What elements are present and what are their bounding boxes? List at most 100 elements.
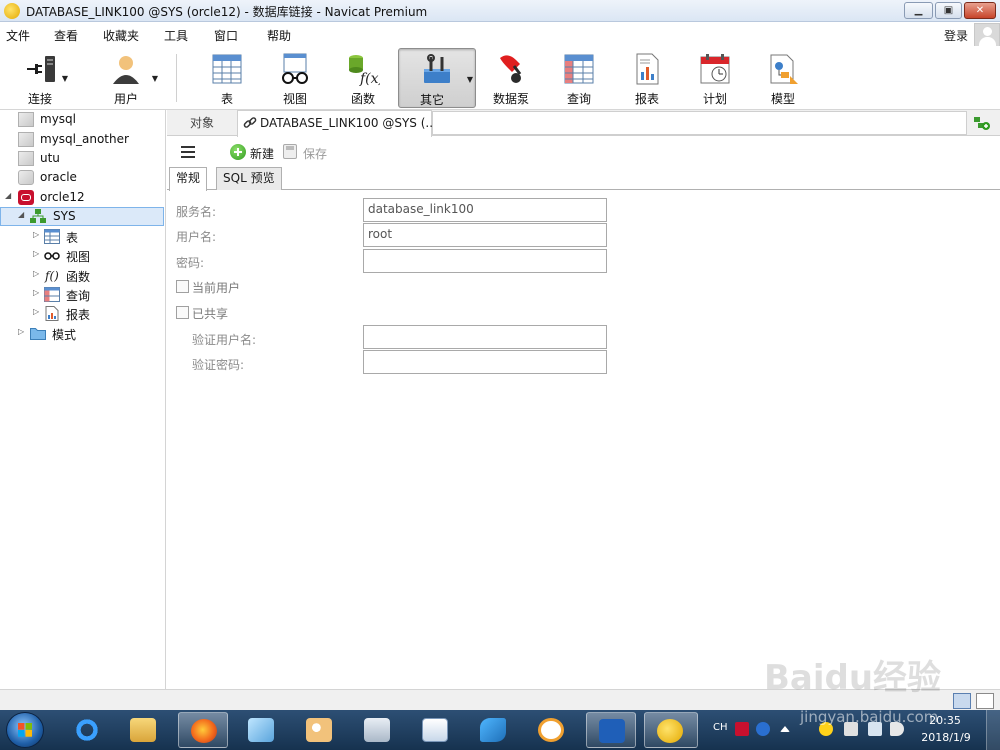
panel-toggle-right-icon[interactable] — [976, 693, 994, 709]
toolbar-report-button[interactable]: 报表 — [620, 48, 674, 108]
taskbar-calculator[interactable] — [352, 712, 402, 748]
taskbar-search-tool[interactable] — [526, 712, 576, 748]
tree-connection-mysql[interactable]: mysql — [0, 110, 165, 129]
chevron-down-icon[interactable]: ▼ — [467, 75, 473, 84]
table-icon — [44, 229, 60, 244]
collapsed-arrow-icon[interactable]: ▷ — [33, 307, 39, 316]
chevron-down-icon[interactable]: ▼ — [62, 74, 68, 83]
auth-username-field[interactable] — [363, 325, 607, 349]
password-field[interactable] — [363, 249, 607, 273]
start-button[interactable] — [6, 712, 44, 748]
magnifier-icon — [538, 718, 564, 742]
watermark-url: jingyan.baidu.com — [800, 708, 939, 726]
chevron-down-icon[interactable]: ▼ — [152, 74, 158, 83]
taskbar-network[interactable] — [410, 712, 460, 748]
shared-checkbox[interactable] — [176, 306, 189, 319]
collapsed-arrow-icon[interactable]: ▷ — [33, 230, 39, 239]
tree-node-label: 视图 — [66, 250, 91, 264]
tree-node-queries[interactable]: ▷ 查询 — [0, 285, 165, 304]
other-tools-icon — [424, 54, 450, 83]
service-name-field[interactable]: database_link100 — [363, 198, 607, 222]
tree-node-reports[interactable]: ▷ 报表 — [0, 304, 165, 323]
taskbar-firefox[interactable] — [178, 712, 228, 748]
help-icon[interactable] — [756, 722, 770, 736]
login-link[interactable]: 登录 — [944, 27, 968, 44]
tree-connection-oracle[interactable]: oracle — [0, 168, 165, 187]
toolbar-user-button[interactable]: 用户 ▼ — [92, 48, 160, 108]
toolbar-query-button[interactable]: 查询 — [552, 48, 606, 108]
taskbar-explorer[interactable] — [118, 712, 168, 748]
function-icon: f() — [44, 269, 59, 283]
toolbar-function-button[interactable]: f(x) 函数 — [336, 48, 390, 108]
close-button[interactable]: ✕ — [964, 2, 996, 19]
tree-connection-orcle12[interactable]: ◢ orcle12 — [0, 188, 165, 207]
input-method-icon[interactable] — [735, 722, 749, 736]
expanded-arrow-icon[interactable]: ◢ — [5, 191, 11, 200]
menu-view[interactable]: 查看 — [54, 27, 78, 44]
tab-objects[interactable]: 对象 — [167, 110, 237, 136]
tree-node-tables[interactable]: ▷ 表 — [0, 227, 165, 246]
shared-label: 已共享 — [192, 307, 229, 321]
username-field[interactable]: root — [363, 223, 607, 247]
toolbar-separator — [176, 54, 177, 102]
toolbar-other-button[interactable]: 其它 ▼ — [398, 48, 476, 108]
tree-node-functions[interactable]: ▷ f() 函数 — [0, 266, 165, 285]
menu-file[interactable]: 文件 — [6, 27, 30, 44]
network-icon — [422, 718, 448, 742]
collapsed-arrow-icon[interactable]: ▷ — [33, 288, 39, 297]
taskbar-bird-app[interactable] — [468, 712, 518, 748]
show-hidden-icons-icon[interactable] — [780, 726, 790, 732]
taskbar-navicat[interactable] — [644, 712, 698, 748]
maximize-button[interactable]: ▣ — [935, 2, 962, 19]
taskbar-word[interactable] — [586, 712, 636, 748]
minimize-button[interactable]: ▁ — [904, 2, 933, 19]
menu-tools[interactable]: 工具 — [164, 27, 188, 44]
auth-username-label: 验证用户名: — [192, 333, 257, 347]
report-icon — [45, 306, 59, 321]
svg-text:f(x): f(x) — [359, 71, 380, 86]
clock-date[interactable]: 2018/1/9 — [920, 731, 972, 744]
collapsed-arrow-icon[interactable]: ▷ — [33, 269, 39, 278]
taskbar-paint[interactable] — [294, 712, 344, 748]
toolbar-model-button[interactable]: 模型 — [756, 48, 810, 108]
auth-password-label: 验证密码: — [192, 358, 245, 372]
tree-connection-mysql-another[interactable]: mysql_another — [0, 130, 165, 149]
toolbar-table-button[interactable]: 表 — [200, 48, 254, 108]
toolbar-schedule-label: 计划 — [702, 92, 727, 106]
tab-database-link[interactable]: DATABASE_LINK100 @SYS (... — [237, 110, 437, 137]
user-avatar[interactable] — [974, 23, 1000, 47]
main-toolbar: 连接 ▼ 用户 ▼ 表 视图 f(x) 函数 — [0, 46, 1000, 110]
language-indicator[interactable]: CH — [713, 722, 728, 733]
folder-icon — [30, 328, 46, 340]
tab-general[interactable]: 常规 — [169, 167, 208, 191]
tab-sql-preview[interactable]: SQL 预览 — [216, 167, 282, 190]
new-tab-icon[interactable] — [973, 115, 991, 131]
expanded-arrow-icon[interactable]: ◢ — [18, 210, 24, 219]
taskbar-ie[interactable] — [62, 712, 112, 748]
menu-favorites[interactable]: 收藏夹 — [103, 27, 139, 44]
toolbar-query-label: 查询 — [566, 92, 591, 106]
show-desktop-button[interactable] — [986, 710, 1000, 750]
toolbar-connection-button[interactable]: 连接 ▼ — [10, 48, 70, 108]
tree-node-schemas[interactable]: ▷ 模式 — [0, 324, 165, 343]
tree-node-views[interactable]: ▷ 视图 — [0, 246, 165, 265]
toolbar-schedule-button[interactable]: 计划 — [688, 48, 742, 108]
toolbar-data-pump-button[interactable]: 数据泵 — [484, 48, 538, 108]
auth-password-field[interactable] — [363, 350, 607, 374]
toolbar-table-label: 表 — [220, 92, 233, 106]
svg-text:f(): f() — [44, 269, 59, 283]
file-explorer-icon — [130, 718, 156, 742]
current-user-label: 当前用户 — [192, 281, 241, 295]
tree-schema-sys[interactable]: ◢ SYS — [0, 207, 164, 226]
tree-node-label: 模式 — [52, 328, 77, 342]
hamburger-menu-icon[interactable] — [181, 146, 195, 158]
menu-help[interactable]: 帮助 — [267, 27, 291, 44]
collapsed-arrow-icon[interactable]: ▷ — [33, 249, 39, 258]
menu-window[interactable]: 窗口 — [214, 27, 238, 44]
current-user-checkbox[interactable] — [176, 280, 189, 293]
collapsed-arrow-icon[interactable]: ▷ — [18, 327, 24, 336]
toolbar-view-button[interactable]: 视图 — [268, 48, 322, 108]
tree-node-label: 报表 — [66, 308, 91, 322]
tree-connection-utu[interactable]: utu — [0, 149, 165, 168]
taskbar-app[interactable] — [236, 712, 286, 748]
